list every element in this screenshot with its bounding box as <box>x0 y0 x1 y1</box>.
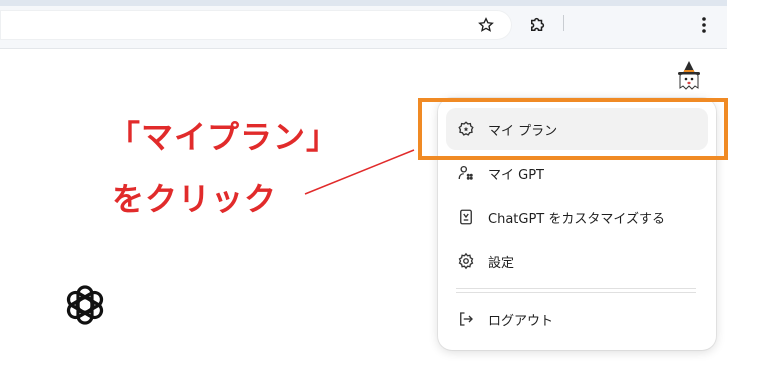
menu-item-my-plan[interactable]: マイ プラン <box>446 108 708 150</box>
menu-item-label: ChatGPT をカスタマイズする <box>488 211 665 227</box>
menu-divider <box>456 288 696 293</box>
gpt-users-icon <box>456 163 476 183</box>
star-icon[interactable] <box>473 12 499 38</box>
menu-item-label: マイ GPT <box>488 167 544 183</box>
browser-toolbar <box>0 0 727 49</box>
plan-icon <box>456 119 476 139</box>
logout-icon <box>456 309 476 329</box>
annotation-line-1: 「マイプラン」 <box>108 118 340 156</box>
menu-item-label: 設定 <box>488 255 515 271</box>
kebab-menu-icon[interactable] <box>691 12 717 38</box>
menu-item-customize-chatgpt[interactable]: ChatGPT をカスタマイズする <box>446 196 708 238</box>
openai-logo-icon <box>60 280 110 330</box>
tab-strip <box>0 0 727 6</box>
extensions-icon[interactable] <box>524 12 550 38</box>
account-menu: マイ プラン マイ GPT ChatGPT をカスタマイズする 設定 ログアウト <box>438 98 716 350</box>
menu-item-label: マイ プラン <box>488 123 558 139</box>
menu-item-label: ログアウト <box>488 313 554 329</box>
settings-gear-icon <box>456 251 476 271</box>
annotation-line-2: をクリック <box>112 180 278 218</box>
menu-item-settings[interactable]: 設定 <box>446 240 708 282</box>
menu-item-my-gpt[interactable]: マイ GPT <box>446 152 708 194</box>
menu-item-logout[interactable]: ログアウト <box>446 298 708 340</box>
toolbar-separator <box>563 15 564 31</box>
address-bar[interactable] <box>0 10 512 40</box>
user-avatar[interactable] <box>672 60 706 92</box>
customize-icon <box>456 207 476 227</box>
